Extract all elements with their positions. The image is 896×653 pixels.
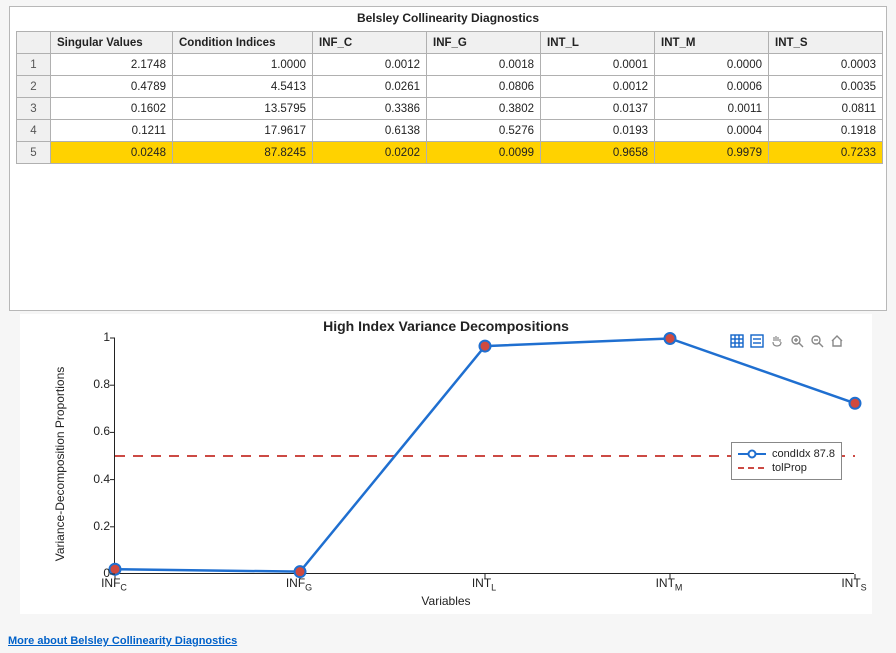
more-about-link[interactable]: More about Belsley Collinearity Diagnost… bbox=[8, 635, 237, 647]
table-row: 40.121117.96170.61380.52760.01930.00040.… bbox=[17, 120, 883, 142]
col-header[interactable]: Singular Values bbox=[51, 32, 173, 54]
row-header-blank bbox=[17, 32, 51, 54]
cell-val[interactable]: 0.9979 bbox=[655, 142, 769, 164]
cell-val[interactable]: 0.0001 bbox=[541, 54, 655, 76]
table-row: 20.47894.54130.02610.08060.00120.00060.0… bbox=[17, 76, 883, 98]
cell-val[interactable]: 0.3386 bbox=[313, 98, 427, 120]
cell-val[interactable]: 0.6138 bbox=[313, 120, 427, 142]
table-row: 30.160213.57950.33860.38020.01370.00110.… bbox=[17, 98, 883, 120]
data-marker[interactable] bbox=[850, 398, 861, 409]
ytick-label: 0.8 bbox=[80, 377, 110, 391]
ytick-label: 0.2 bbox=[80, 519, 110, 533]
legend-item[interactable]: condIdx 87.8 bbox=[738, 447, 835, 461]
row-number[interactable]: 4 bbox=[17, 120, 51, 142]
data-marker[interactable] bbox=[665, 333, 676, 344]
cell-val[interactable]: 0.9658 bbox=[541, 142, 655, 164]
xtick-label: INTS bbox=[841, 576, 866, 592]
table-row: 12.17481.00000.00120.00180.00010.00000.0… bbox=[17, 54, 883, 76]
col-header[interactable]: INT_L bbox=[541, 32, 655, 54]
cell-ci[interactable]: 13.5795 bbox=[173, 98, 313, 120]
legend-item[interactable]: tolProp bbox=[738, 461, 835, 475]
cell-val[interactable]: 0.0000 bbox=[655, 54, 769, 76]
cell-val[interactable]: 0.0193 bbox=[541, 120, 655, 142]
data-marker[interactable] bbox=[480, 341, 491, 352]
row-number[interactable]: 1 bbox=[17, 54, 51, 76]
xtick-label: INTL bbox=[472, 576, 496, 592]
cell-val[interactable]: 0.0811 bbox=[769, 98, 883, 120]
ytick-label: 1 bbox=[80, 330, 110, 344]
cell-val[interactable]: 0.0011 bbox=[655, 98, 769, 120]
cell-val[interactable]: 0.0018 bbox=[427, 54, 541, 76]
cell-sv[interactable]: 0.4789 bbox=[51, 76, 173, 98]
cell-sv[interactable]: 0.1602 bbox=[51, 98, 173, 120]
cell-val[interactable]: 0.0035 bbox=[769, 76, 883, 98]
cell-val[interactable]: 0.7233 bbox=[769, 142, 883, 164]
cell-val[interactable]: 0.1918 bbox=[769, 120, 883, 142]
diagnostics-table: Singular ValuesCondition IndicesINF_CINF… bbox=[16, 31, 883, 164]
legend-icon[interactable] bbox=[748, 332, 766, 350]
col-header[interactable]: INT_S bbox=[769, 32, 883, 54]
cell-val[interactable]: 0.0202 bbox=[313, 142, 427, 164]
legend-sample bbox=[738, 449, 766, 459]
cell-sv[interactable]: 0.0248 bbox=[51, 142, 173, 164]
xtick-label: INFG bbox=[286, 576, 312, 592]
cell-val[interactable]: 0.0006 bbox=[655, 76, 769, 98]
cell-val[interactable]: 0.0003 bbox=[769, 54, 883, 76]
cell-val[interactable]: 0.0137 bbox=[541, 98, 655, 120]
legend-label: tolProp bbox=[772, 462, 807, 474]
panel-title: Belsley Collinearity Diagnostics bbox=[10, 7, 886, 31]
diagnostics-panel: Belsley Collinearity Diagnostics Singula… bbox=[9, 6, 887, 311]
cell-val[interactable]: 0.0261 bbox=[313, 76, 427, 98]
legend-label: condIdx 87.8 bbox=[772, 448, 835, 460]
ytick-label: 0.6 bbox=[80, 424, 110, 438]
cell-val[interactable]: 0.0004 bbox=[655, 120, 769, 142]
ytick-label: 0.4 bbox=[80, 472, 110, 486]
cell-val[interactable]: 0.0012 bbox=[313, 54, 427, 76]
table-row: 50.024887.82450.02020.00990.96580.99790.… bbox=[17, 142, 883, 164]
chart-toolbar bbox=[728, 332, 846, 350]
cell-sv[interactable]: 0.1211 bbox=[51, 120, 173, 142]
chart-panel: High Index Variance Decompositions Varia… bbox=[20, 314, 872, 614]
col-header[interactable]: INF_C bbox=[313, 32, 427, 54]
xtick-label: INTM bbox=[656, 576, 683, 592]
home-icon[interactable] bbox=[828, 332, 846, 350]
chart-ylabel: Variance-Decomposition Proportions bbox=[53, 367, 67, 562]
pan-icon[interactable] bbox=[768, 332, 786, 350]
chart-xlabel: Variables bbox=[20, 594, 872, 608]
row-number[interactable]: 2 bbox=[17, 76, 51, 98]
cell-sv[interactable]: 2.1748 bbox=[51, 54, 173, 76]
grid-icon[interactable] bbox=[728, 332, 746, 350]
col-header[interactable]: Condition Indices bbox=[173, 32, 313, 54]
cell-val[interactable]: 0.5276 bbox=[427, 120, 541, 142]
col-header[interactable]: INT_M bbox=[655, 32, 769, 54]
cell-ci[interactable]: 17.9617 bbox=[173, 120, 313, 142]
cell-ci[interactable]: 4.5413 bbox=[173, 76, 313, 98]
row-number[interactable]: 3 bbox=[17, 98, 51, 120]
cell-val[interactable]: 0.3802 bbox=[427, 98, 541, 120]
xtick-label: INFC bbox=[101, 576, 127, 592]
col-header[interactable]: INF_G bbox=[427, 32, 541, 54]
zoom-in-icon[interactable] bbox=[788, 332, 806, 350]
cell-ci[interactable]: 87.8245 bbox=[173, 142, 313, 164]
legend-sample bbox=[738, 463, 766, 473]
zoom-out-icon[interactable] bbox=[808, 332, 826, 350]
data-marker[interactable] bbox=[110, 564, 121, 575]
cell-val[interactable]: 0.0806 bbox=[427, 76, 541, 98]
cell-val[interactable]: 0.0099 bbox=[427, 142, 541, 164]
chart-legend[interactable]: condIdx 87.8 tolProp bbox=[731, 442, 842, 480]
row-number[interactable]: 5 bbox=[17, 142, 51, 164]
cell-val[interactable]: 0.0012 bbox=[541, 76, 655, 98]
cell-ci[interactable]: 1.0000 bbox=[173, 54, 313, 76]
